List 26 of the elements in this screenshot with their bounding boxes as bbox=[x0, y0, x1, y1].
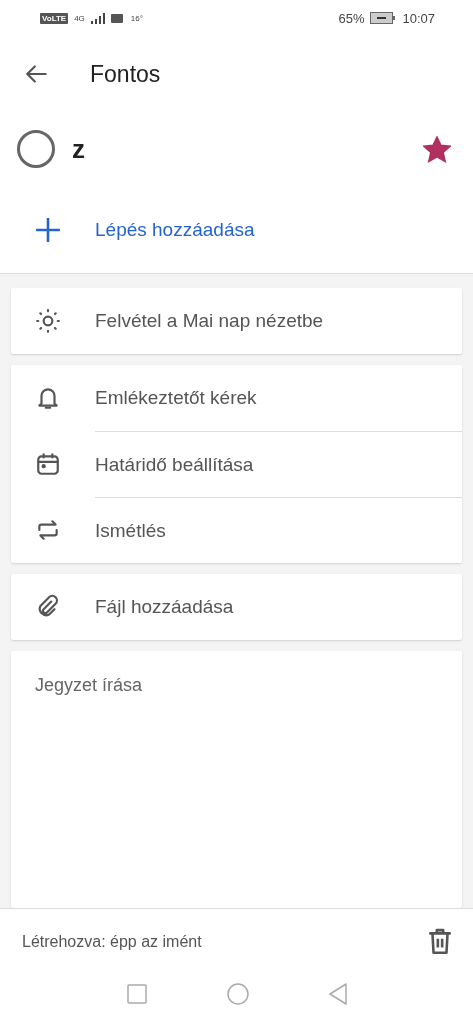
plus-icon[interactable] bbox=[35, 216, 61, 243]
star-icon[interactable] bbox=[423, 135, 451, 163]
network-type: 4G bbox=[74, 13, 85, 23]
option-item[interactable]: Felvétel a Mai nap nézetbe bbox=[95, 310, 324, 332]
delete-button[interactable] bbox=[427, 927, 453, 956]
option-item[interactable]: Emlékeztetőt kérek bbox=[95, 387, 257, 409]
volte-badge: VoLTE bbox=[40, 12, 69, 24]
bell-icon bbox=[35, 385, 61, 411]
battery-icon bbox=[370, 12, 397, 24]
created-text: Létrehozva: épp az imént bbox=[22, 932, 202, 951]
repeat-icon bbox=[35, 517, 61, 543]
add-step-link[interactable]: Lépés hozzáadása bbox=[95, 218, 255, 241]
clock: 10:07 bbox=[402, 10, 435, 26]
complete-checkbox[interactable] bbox=[17, 130, 55, 168]
sun-icon bbox=[35, 308, 61, 334]
note-field[interactable]: Jegyzet írása bbox=[11, 651, 462, 908]
option-item[interactable]: Fájl hozzáadása bbox=[95, 596, 234, 618]
calendar-icon bbox=[35, 451, 61, 477]
temperature: 16° bbox=[130, 13, 143, 23]
task-title: z bbox=[72, 133, 86, 165]
battery-percent: 65% bbox=[338, 10, 365, 26]
list-title: Fontos bbox=[90, 60, 161, 88]
option-item[interactable]: Ismétlés bbox=[95, 519, 166, 542]
notification-icon bbox=[110, 12, 125, 24]
signal-icon bbox=[90, 12, 105, 24]
option-item[interactable]: Határidő beállítása bbox=[95, 453, 254, 476]
